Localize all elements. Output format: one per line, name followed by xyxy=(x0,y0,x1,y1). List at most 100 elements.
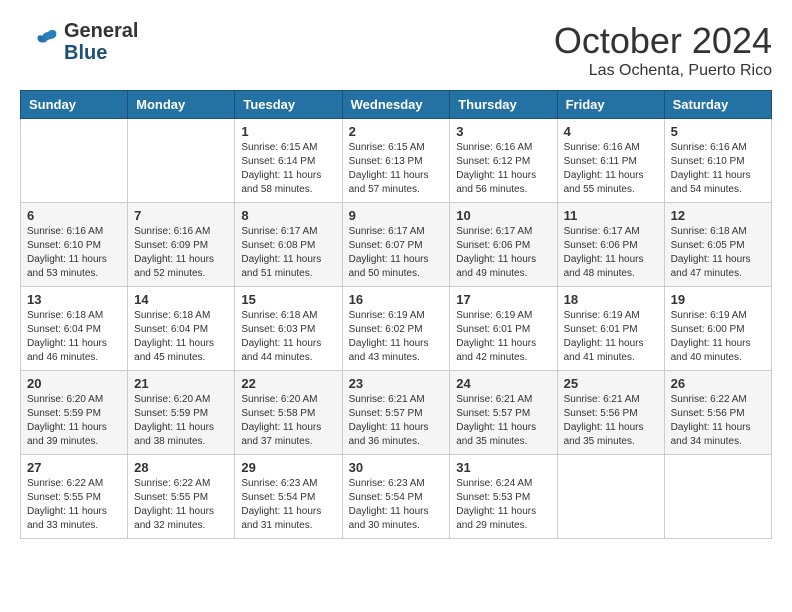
day-info: Sunrise: 6:23 AM Sunset: 5:54 PM Dayligh… xyxy=(241,477,335,533)
calendar-cell: 9 Sunrise: 6:17 AM Sunset: 6:07 PM Daylig… xyxy=(342,203,450,287)
weekday-header-friday: Friday xyxy=(557,91,664,119)
calendar-cell: 3 Sunrise: 6:16 AM Sunset: 6:12 PM Daylig… xyxy=(450,119,557,203)
logo-icon xyxy=(20,22,60,62)
calendar-cell: 24 Sunrise: 6:21 AM Sunset: 5:57 PM Dayli… xyxy=(450,371,557,455)
week-row-4: 20 Sunrise: 6:20 AM Sunset: 5:59 PM Dayli… xyxy=(21,371,772,455)
calendar-cell: 27Sunrise: 6:22 AM Sunset: 5:55 PM Dayli… xyxy=(21,455,128,539)
logo: General Blue xyxy=(20,20,138,64)
day-info: Sunrise: 6:17 AM Sunset: 6:06 PM Dayligh… xyxy=(456,225,550,281)
calendar-cell: 17 Sunrise: 6:19 AM Sunset: 6:01 PM Dayli… xyxy=(450,287,557,371)
day-info: Sunrise: 6:19 AM Sunset: 6:01 PM Dayligh… xyxy=(564,309,658,365)
calendar-cell: 11Sunrise: 6:17 AM Sunset: 6:06 PM Dayli… xyxy=(557,203,664,287)
day-number: 25 xyxy=(564,376,658,391)
calendar-cell: 25 Sunrise: 6:21 AM Sunset: 5:56 PM Dayli… xyxy=(557,371,664,455)
calendar-cell: 22 Sunrise: 6:20 AM Sunset: 5:58 PM Dayli… xyxy=(235,371,342,455)
day-number: 16 xyxy=(349,292,444,307)
day-number: 19 xyxy=(671,292,765,307)
day-number: 22 xyxy=(241,376,335,391)
logo-general: General xyxy=(64,20,138,42)
day-info: Sunrise: 6:24 AM Sunset: 5:53 PM Dayligh… xyxy=(456,477,550,533)
day-number: 5 xyxy=(671,124,765,139)
day-number: 13 xyxy=(27,292,121,307)
day-info: Sunrise: 6:20 AM Sunset: 5:58 PM Dayligh… xyxy=(241,393,335,449)
day-info: Sunrise: 6:18 AM Sunset: 6:03 PM Dayligh… xyxy=(241,309,335,365)
weekday-header-saturday: Saturday xyxy=(664,91,771,119)
weekday-header-row: SundayMondayTuesdayWednesdayThursdayFrid… xyxy=(21,91,772,119)
day-number: 1 xyxy=(241,124,335,139)
logo-text: General Blue xyxy=(64,20,138,64)
day-number: 24 xyxy=(456,376,550,391)
day-number: 23 xyxy=(349,376,444,391)
day-info: Sunrise: 6:18 AM Sunset: 6:04 PM Dayligh… xyxy=(27,309,121,365)
calendar-cell xyxy=(128,119,235,203)
day-number: 3 xyxy=(456,124,550,139)
day-number: 18 xyxy=(564,292,658,307)
calendar-cell: 19 Sunrise: 6:19 AM Sunset: 6:00 PM Dayli… xyxy=(664,287,771,371)
calendar-cell: 14Sunrise: 6:18 AM Sunset: 6:04 PM Dayli… xyxy=(128,287,235,371)
weekday-header-sunday: Sunday xyxy=(21,91,128,119)
calendar-cell: 7 Sunrise: 6:16 AM Sunset: 6:09 PM Daylig… xyxy=(128,203,235,287)
week-row-1: 1 Sunrise: 6:15 AM Sunset: 6:14 PM Daylig… xyxy=(21,119,772,203)
day-info: Sunrise: 6:19 AM Sunset: 6:01 PM Dayligh… xyxy=(456,309,550,365)
day-number: 6 xyxy=(27,208,121,223)
day-number: 17 xyxy=(456,292,550,307)
day-info: Sunrise: 6:20 AM Sunset: 5:59 PM Dayligh… xyxy=(134,393,228,449)
day-info: Sunrise: 6:15 AM Sunset: 6:13 PM Dayligh… xyxy=(349,141,444,197)
weekday-header-tuesday: Tuesday xyxy=(235,91,342,119)
day-number: 9 xyxy=(349,208,444,223)
day-number: 10 xyxy=(456,208,550,223)
day-info: Sunrise: 6:20 AM Sunset: 5:59 PM Dayligh… xyxy=(27,393,121,449)
day-info: Sunrise: 6:16 AM Sunset: 6:10 PM Dayligh… xyxy=(671,141,765,197)
day-info: Sunrise: 6:16 AM Sunset: 6:09 PM Dayligh… xyxy=(134,225,228,281)
day-number: 20 xyxy=(27,376,121,391)
day-number: 28 xyxy=(134,460,228,475)
weekday-header-monday: Monday xyxy=(128,91,235,119)
page-header: General Blue October 2024 Las Ochenta, P… xyxy=(20,20,772,80)
day-number: 31 xyxy=(456,460,550,475)
calendar-cell: 6Sunrise: 6:16 AM Sunset: 6:10 PM Daylig… xyxy=(21,203,128,287)
calendar-cell: 30Sunrise: 6:23 AM Sunset: 5:54 PM Dayli… xyxy=(342,455,450,539)
calendar-cell: 2 Sunrise: 6:15 AM Sunset: 6:13 PM Daylig… xyxy=(342,119,450,203)
day-info: Sunrise: 6:16 AM Sunset: 6:12 PM Dayligh… xyxy=(456,141,550,197)
day-number: 2 xyxy=(349,124,444,139)
calendar-cell xyxy=(664,455,771,539)
weekday-header-wednesday: Wednesday xyxy=(342,91,450,119)
week-row-2: 6Sunrise: 6:16 AM Sunset: 6:10 PM Daylig… xyxy=(21,203,772,287)
calendar-cell: 18 Sunrise: 6:19 AM Sunset: 6:01 PM Dayli… xyxy=(557,287,664,371)
logo-blue: Blue xyxy=(64,42,138,64)
calendar-cell: 20 Sunrise: 6:20 AM Sunset: 5:59 PM Dayli… xyxy=(21,371,128,455)
calendar-cell: 26Sunrise: 6:22 AM Sunset: 5:56 PM Dayli… xyxy=(664,371,771,455)
calendar-cell xyxy=(557,455,664,539)
calendar-table: SundayMondayTuesdayWednesdayThursdayFrid… xyxy=(20,90,772,539)
calendar-cell: 10 Sunrise: 6:17 AM Sunset: 6:06 PM Dayli… xyxy=(450,203,557,287)
calendar-cell: 28Sunrise: 6:22 AM Sunset: 5:55 PM Dayli… xyxy=(128,455,235,539)
day-number: 7 xyxy=(134,208,228,223)
calendar-cell: 8 Sunrise: 6:17 AM Sunset: 6:08 PM Daylig… xyxy=(235,203,342,287)
calendar-cell: 13 Sunrise: 6:18 AM Sunset: 6:04 PM Dayli… xyxy=(21,287,128,371)
calendar-cell: 12 Sunrise: 6:18 AM Sunset: 6:05 PM Dayli… xyxy=(664,203,771,287)
day-number: 12 xyxy=(671,208,765,223)
week-row-3: 13 Sunrise: 6:18 AM Sunset: 6:04 PM Dayli… xyxy=(21,287,772,371)
calendar-cell: 31 Sunrise: 6:24 AM Sunset: 5:53 PM Dayli… xyxy=(450,455,557,539)
day-number: 4 xyxy=(564,124,658,139)
day-number: 11 xyxy=(564,208,658,223)
title-area: October 2024 Las Ochenta, Puerto Rico xyxy=(554,20,772,80)
day-info: Sunrise: 6:22 AM Sunset: 5:56 PM Dayligh… xyxy=(671,393,765,449)
calendar-cell: 16 Sunrise: 6:19 AM Sunset: 6:02 PM Dayli… xyxy=(342,287,450,371)
day-info: Sunrise: 6:15 AM Sunset: 6:14 PM Dayligh… xyxy=(241,141,335,197)
location-title: Las Ochenta, Puerto Rico xyxy=(554,62,772,80)
calendar-cell: 23 Sunrise: 6:21 AM Sunset: 5:57 PM Dayli… xyxy=(342,371,450,455)
day-number: 8 xyxy=(241,208,335,223)
weekday-header-thursday: Thursday xyxy=(450,91,557,119)
day-number: 30 xyxy=(349,460,444,475)
day-info: Sunrise: 6:18 AM Sunset: 6:04 PM Dayligh… xyxy=(134,309,228,365)
day-info: Sunrise: 6:22 AM Sunset: 5:55 PM Dayligh… xyxy=(27,477,121,533)
day-info: Sunrise: 6:19 AM Sunset: 6:00 PM Dayligh… xyxy=(671,309,765,365)
day-info: Sunrise: 6:21 AM Sunset: 5:57 PM Dayligh… xyxy=(349,393,444,449)
day-info: Sunrise: 6:17 AM Sunset: 6:08 PM Dayligh… xyxy=(241,225,335,281)
day-info: Sunrise: 6:17 AM Sunset: 6:07 PM Dayligh… xyxy=(349,225,444,281)
day-info: Sunrise: 6:18 AM Sunset: 6:05 PM Dayligh… xyxy=(671,225,765,281)
day-info: Sunrise: 6:19 AM Sunset: 6:02 PM Dayligh… xyxy=(349,309,444,365)
day-info: Sunrise: 6:21 AM Sunset: 5:57 PM Dayligh… xyxy=(456,393,550,449)
day-info: Sunrise: 6:21 AM Sunset: 5:56 PM Dayligh… xyxy=(564,393,658,449)
